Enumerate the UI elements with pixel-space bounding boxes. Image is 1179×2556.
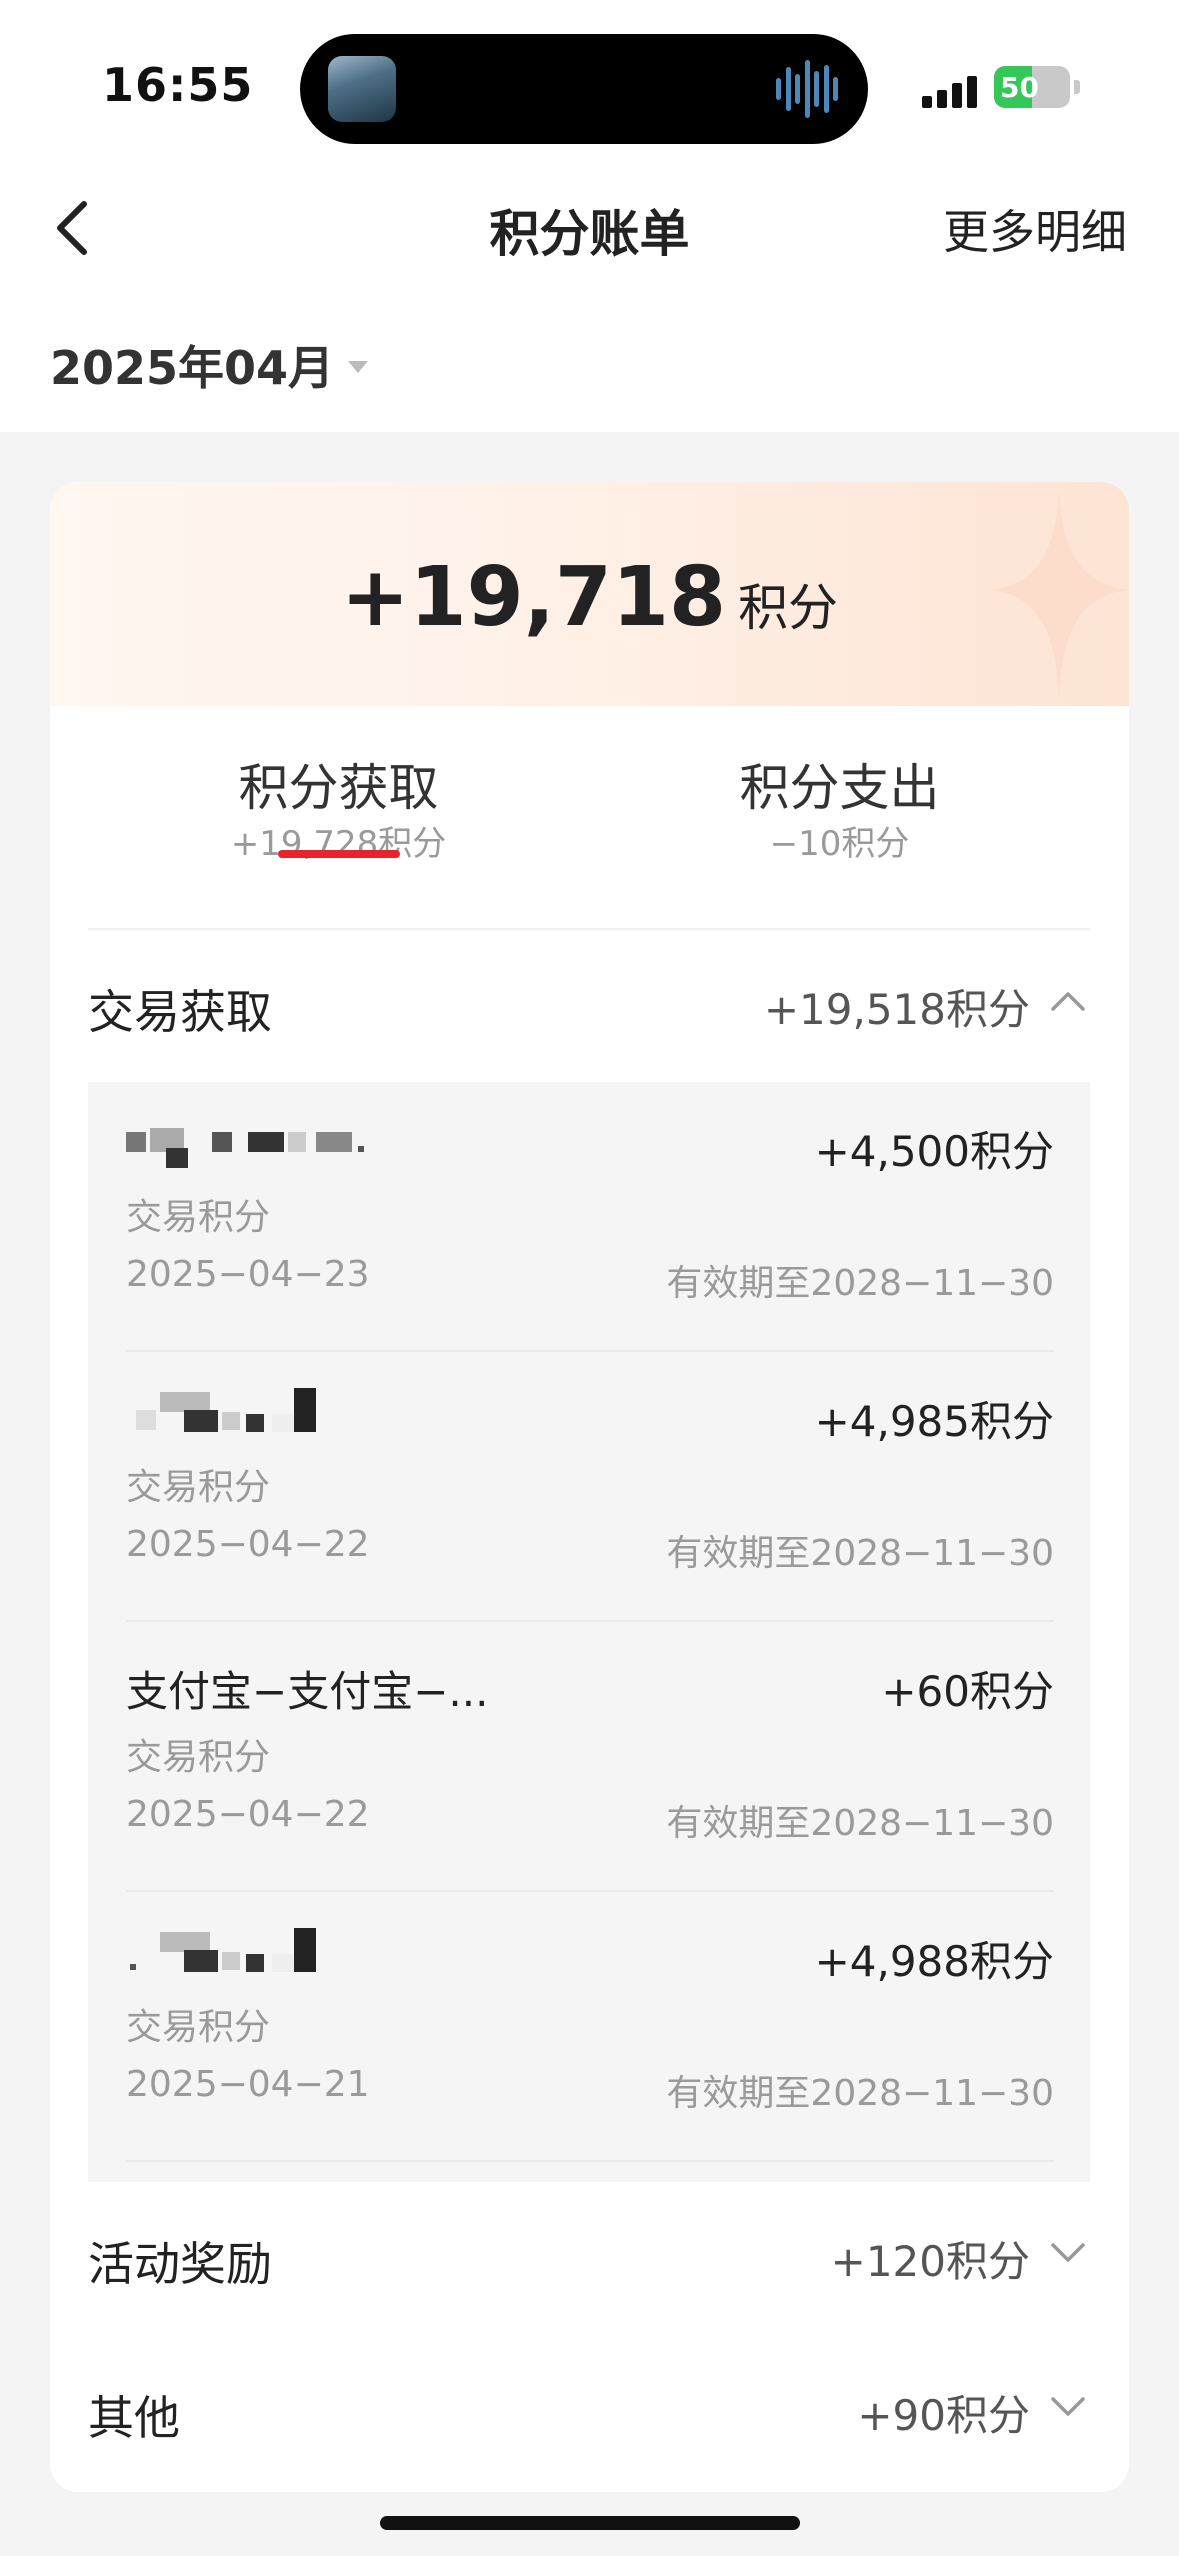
transaction-row[interactable]: 支付宝−支付宝−... +60积分 交易积分 2025−04−22 有效期至20… [88,1622,1090,1892]
section-trade-label: 交易获取 [88,985,272,1039]
chevron-up-icon [1051,992,1085,1011]
summary-banner: +19,718 积分 [50,482,1129,706]
tab-earned[interactable]: 积分获取 +19,728积分 [88,706,589,864]
points-card: +19,718 积分 积分获取 +19,728积分 积分支出 −10积分 交易获取… [50,482,1129,2492]
signal-icon [922,70,982,108]
transaction-list: +4,500积分 交易积分 2025−04−23 有效期至2028−11−30 … [88,1082,1090,2182]
row-divider [126,2160,1054,2162]
transaction-row[interactable]: +4,500积分 交易积分 2025−04−23 有效期至2028−11−30 [88,1082,1090,1352]
transaction-row[interactable]: +4,985积分 交易积分 2025−04−22 有效期至2028−11−30 [88,1352,1090,1622]
section-trade-header[interactable]: 交易获取 +19,518积分 [88,952,1090,1052]
transaction-expiry: 有效期至2028−11−30 [666,1263,1054,1304]
chevron-down-icon [1051,2397,1085,2416]
transaction-points: +60积分 [881,1667,1054,1716]
section-other-header[interactable]: 其他 +90积分 [88,2358,1090,2458]
redacted-merchant-name [126,1928,506,1978]
section-other-label: 其他 [88,2391,180,2445]
transaction-points: +4,500积分 [814,1127,1054,1176]
active-tab-indicator [278,850,400,858]
transaction-type: 交易积分 [126,1197,271,1238]
transaction-expiry: 有效期至2028−11−30 [666,1533,1054,1574]
transaction-points: +4,985积分 [814,1397,1054,1446]
transaction-expiry: 有效期至2028−11−30 [666,2073,1054,2114]
month-selector[interactable]: 2025年04月 [50,332,369,398]
summary-value: +19,718 [340,550,727,645]
dynamic-island[interactable] [300,34,868,144]
tab-spent-amount: −10积分 [769,824,910,864]
transaction-date: 2025−04−22 [126,1524,370,1565]
month-label: 2025年04月 [50,341,335,395]
status-time: 16:55 [102,58,254,112]
tab-spent[interactable]: 积分支出 −10积分 [589,706,1090,864]
battery-icon: 50 [994,66,1070,108]
section-trade-amount: +19,518积分 [763,985,1030,1034]
transaction-date: 2025−04−23 [126,1254,370,1295]
now-playing-artwork [328,56,396,122]
summary-unit: 积分 [738,579,839,637]
dropdown-caret-icon [348,361,369,373]
tabs-divider [88,928,1090,930]
transaction-merchant: 支付宝−支付宝−... [126,1667,489,1716]
home-indicator[interactable] [380,2516,800,2530]
transaction-row[interactable]: +4,988积分 交易积分 2025−04−21 有效期至2028−11−30 [88,1892,1090,2162]
audio-wave-icon [776,58,838,120]
transaction-date: 2025−04−22 [126,1794,370,1835]
transaction-expiry: 有效期至2028−11−30 [666,1803,1054,1844]
tab-earned-label: 积分获取 [238,759,439,817]
redacted-merchant-name [126,1118,506,1168]
transaction-type: 交易积分 [126,1467,271,1508]
section-activity-amount: +120积分 [830,2237,1030,2286]
battery-percent: 50 [1000,71,1039,104]
section-activity-header[interactable]: 活动奖励 +120积分 [88,2204,1090,2304]
points-bill-screen: 16:55 50 积分账单 更多明细 2025年04月 +19,718 积分 积… [0,0,1179,2556]
battery-cap [1074,80,1080,94]
transaction-type: 交易积分 [126,2007,271,2048]
transaction-type: 交易积分 [126,1737,271,1778]
tab-spent-label: 积分支出 [739,759,940,817]
redacted-merchant-name [126,1388,506,1438]
transaction-date: 2025−04−21 [126,2064,370,2105]
more-details-link[interactable]: 更多明细 [943,196,1127,262]
chevron-down-icon [1051,2243,1085,2262]
section-other-amount: +90积分 [857,2391,1030,2440]
transaction-points: +4,988积分 [814,1937,1054,1986]
section-activity-label: 活动奖励 [88,2237,272,2291]
summary-total: +19,718 积分 [50,550,1129,645]
